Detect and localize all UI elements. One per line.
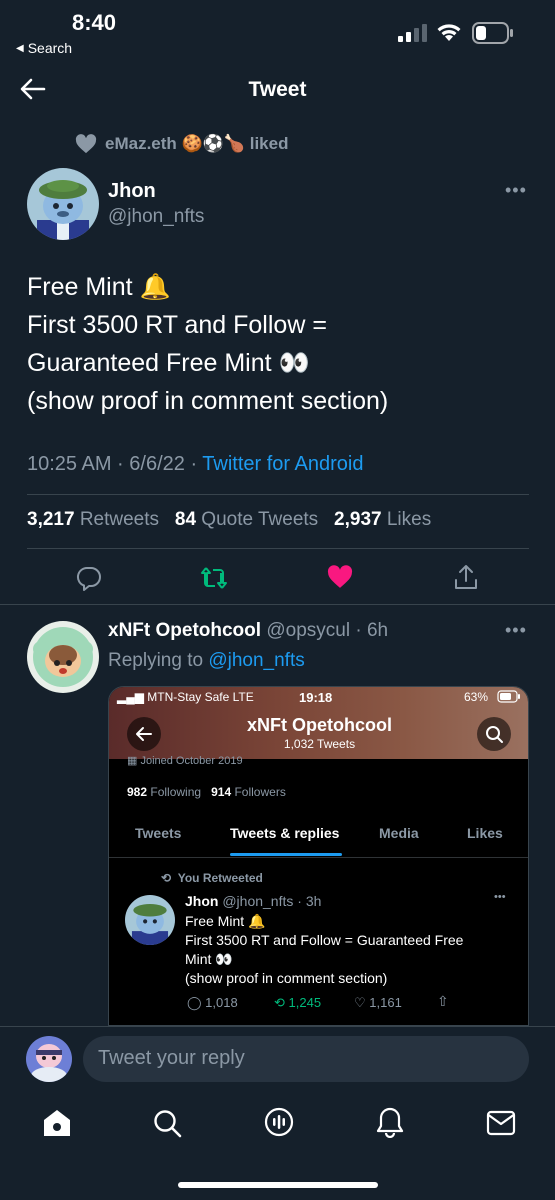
signal-icon bbox=[398, 24, 428, 42]
tweet-source-link[interactable]: Twitter for Android bbox=[202, 453, 363, 475]
user-avatar[interactable] bbox=[26, 1036, 72, 1082]
image-battery-icon bbox=[497, 690, 521, 703]
heart-icon bbox=[75, 134, 97, 154]
image-tab-likes: Likes bbox=[467, 825, 503, 841]
image-reply-count: ◯ 1,018 bbox=[187, 995, 238, 1010]
battery-icon bbox=[472, 22, 514, 44]
divider bbox=[27, 494, 529, 495]
image-tweet-count: 1,032 Tweets bbox=[283, 737, 356, 751]
home-indicator bbox=[178, 1182, 378, 1188]
image-tweet-line-4: (show proof in comment section) bbox=[185, 970, 388, 986]
image-tab-tweets-replies: Tweets & replies bbox=[230, 825, 340, 841]
replying-to: Replying to @jhon_nfts bbox=[108, 650, 305, 671]
divider bbox=[0, 1026, 555, 1027]
divider bbox=[0, 604, 555, 605]
image-battery: 63% bbox=[464, 690, 489, 704]
image-tweet-header: Jhon @jhon_nfts · 3h bbox=[185, 893, 322, 909]
share-icon[interactable] bbox=[453, 563, 479, 591]
reply-more-options-icon[interactable]: ••• bbox=[505, 620, 527, 641]
image-profile-name: xNFt Opetohcool bbox=[247, 715, 392, 735]
image-retweet-count: ⟲ 1,245 bbox=[274, 995, 322, 1010]
image-tab-media: Media bbox=[379, 825, 419, 841]
back-app-label: Search bbox=[27, 40, 73, 56]
image-tweet-line-1: Free Mint 🔔 bbox=[185, 913, 266, 929]
author-name[interactable]: Jhon bbox=[108, 180, 156, 203]
status-time: 8:40 bbox=[72, 10, 117, 35]
back-to-app-link[interactable]: ◀ Search bbox=[16, 40, 72, 56]
image-search-icon bbox=[477, 717, 511, 751]
reply-author-name[interactable]: xNFt Opetohcool bbox=[108, 620, 261, 641]
image-joined: ▦ Joined October 2019 bbox=[127, 755, 243, 767]
notifications-icon[interactable] bbox=[375, 1106, 405, 1138]
image-tweet-line-3: Mint 👀 bbox=[185, 951, 233, 967]
tweet-stats: 3,217 Retweets 84 Quote Tweets 2,937 Lik… bbox=[27, 509, 431, 531]
page-title: Tweet bbox=[248, 78, 307, 101]
replying-to-handle[interactable]: @jhon_nfts bbox=[208, 650, 304, 671]
reply-author-avatar[interactable] bbox=[27, 621, 99, 693]
image-like-count: ♡ 1,161 bbox=[354, 995, 402, 1010]
author-handle[interactable]: @jhon_nfts bbox=[108, 206, 204, 228]
tweet-meta: 10:25 AM · 6/6/22 · Twitter for Android bbox=[27, 453, 363, 476]
reply-input-placeholder[interactable]: Tweet your reply bbox=[98, 1047, 245, 1070]
image-tweet-line-2: First 3500 RT and Follow = Guaranteed Fr… bbox=[185, 932, 464, 948]
image-time: 19:18 bbox=[299, 690, 333, 705]
more-options-icon[interactable]: ••• bbox=[505, 180, 527, 201]
image-tweet-avatar bbox=[125, 895, 175, 945]
image-carrier: ▂▄▆ MTN-Stay Safe LTE bbox=[117, 690, 254, 704]
image-more-icon: ••• bbox=[494, 891, 506, 903]
liked-by-text: eMaz.eth 🍪⚽🍗 liked bbox=[105, 134, 289, 153]
social-context: eMaz.eth 🍪⚽🍗 liked bbox=[75, 134, 288, 154]
reply-author-meta: @opsycul · 6h bbox=[266, 620, 389, 641]
reply-icon[interactable] bbox=[76, 565, 102, 591]
image-active-tab-indicator bbox=[230, 853, 342, 856]
retweets-stat[interactable]: 3,217 Retweets bbox=[27, 509, 159, 530]
like-icon[interactable] bbox=[327, 565, 353, 589]
tweet-timestamp: 10:25 AM · 6/6/22 · bbox=[27, 453, 203, 475]
messages-icon[interactable] bbox=[486, 1110, 516, 1136]
back-triangle-icon: ◀ bbox=[16, 42, 24, 54]
spaces-icon[interactable] bbox=[263, 1106, 295, 1138]
tweet-text: Free Mint 🔔 First 3500 RT and Follow = G… bbox=[27, 273, 389, 415]
home-icon[interactable] bbox=[42, 1108, 72, 1138]
quote-tweets-stat[interactable]: 84 Quote Tweets bbox=[175, 509, 318, 530]
image-share-icon: ⇧ bbox=[437, 993, 449, 1009]
search-icon[interactable] bbox=[152, 1108, 182, 1138]
image-tab-tweets: Tweets bbox=[135, 825, 182, 841]
image-follow-stats: 982 Following 914 Followers bbox=[127, 785, 286, 799]
retweet-icon[interactable] bbox=[200, 565, 228, 591]
divider bbox=[27, 548, 529, 549]
wifi-icon bbox=[436, 22, 462, 42]
reply-attached-image[interactable]: ▂▄▆ MTN-Stay Safe LTE 19:18 63% xNFt Ope… bbox=[108, 686, 529, 1026]
image-divider bbox=[109, 857, 528, 858]
reply-header: xNFt Opetohcool @opsycul · 6h bbox=[108, 620, 388, 642]
image-retweeted-label: ⟲ You Retweeted bbox=[161, 871, 263, 885]
likes-stat[interactable]: 2,937 Likes bbox=[334, 509, 431, 530]
author-avatar[interactable] bbox=[27, 168, 99, 240]
